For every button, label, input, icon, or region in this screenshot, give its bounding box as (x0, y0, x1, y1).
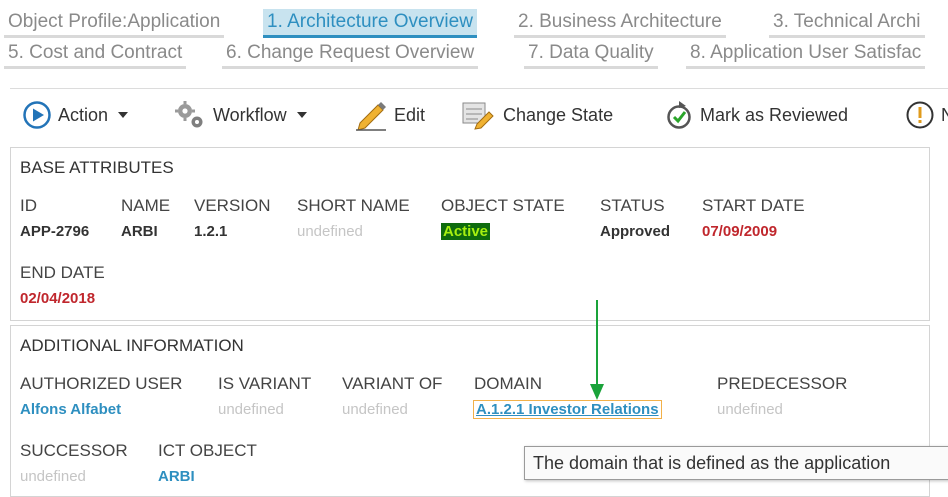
field-start-date: START DATE 07/09/2009 (702, 196, 805, 240)
base-attributes-panel: BASE ATTRIBUTES ID APP-2796 NAME ARBI VE… (10, 147, 930, 321)
tab-object-profile[interactable]: Object Profile:Application (4, 9, 225, 38)
field-is-variant: IS VARIANT undefined (218, 374, 311, 418)
field-variant-of: VARIANT OF undefined (342, 374, 442, 418)
action-label: Action (58, 104, 109, 125)
truncated-toolbar-button[interactable]: N (905, 89, 948, 141)
field-status: STATUS Approved (600, 196, 670, 240)
field-label: VERSION (194, 196, 271, 215)
edit-label: Edit (394, 104, 426, 125)
field-predecessor: PREDECESSOR undefined (717, 374, 847, 418)
field-version: VERSION 1.2.1 (194, 196, 271, 240)
field-value: undefined (717, 401, 783, 418)
change-state-label: Change State (503, 104, 614, 125)
play-circle-icon (22, 100, 52, 130)
field-label: START DATE (702, 196, 805, 215)
field-label: ID (20, 196, 37, 215)
field-value: 02/04/2018 (20, 290, 96, 307)
field-label: ICT OBJECT (158, 441, 257, 460)
field-successor: SUCCESSOR undefined (20, 441, 128, 485)
field-value: undefined (20, 468, 86, 485)
gears-icon (173, 100, 207, 130)
panel-title: BASE ATTRIBUTES (20, 158, 174, 177)
field-end-date: END DATE 02/04/2018 (20, 263, 105, 307)
field-value: Approved (600, 223, 671, 240)
field-label: SHORT NAME (297, 196, 410, 215)
field-domain: DOMAIN A.1.2.1 Investor Relations (473, 374, 662, 419)
chevron-down-icon (118, 112, 129, 118)
tab-technical-architecture[interactable]: 3. Technical Archi (769, 9, 925, 38)
domain-tooltip: The domain that is defined as the applic… (524, 446, 948, 480)
tab-architecture-overview[interactable]: 1. Architecture Overview (263, 9, 477, 38)
reviewed-icon (664, 99, 694, 131)
field-value: undefined (342, 401, 408, 418)
toolbar: Action Workflow Edit Change State Mark a… (10, 88, 948, 141)
field-label: PREDECESSOR (717, 374, 848, 393)
field-label: IS VARIANT (218, 374, 312, 393)
field-label: VARIANT OF (342, 374, 443, 393)
field-label: AUTHORIZED USER (20, 374, 183, 393)
field-value: 1.2.1 (194, 223, 228, 240)
field-label: NAME (121, 196, 171, 215)
field-value: 07/09/2009 (702, 223, 778, 240)
mark-as-reviewed-button[interactable]: Mark as Reviewed (664, 89, 848, 141)
field-name: NAME ARBI (121, 196, 170, 240)
field-value: APP-2796 (20, 223, 90, 240)
tab-change-request-overview[interactable]: 6. Change Request Overview (222, 40, 479, 69)
field-id: ID APP-2796 (20, 196, 89, 240)
truncated-label: N (941, 104, 948, 125)
field-object-state: OBJECT STATE Active (441, 196, 565, 241)
pencil-icon (354, 99, 388, 131)
authorized-user-link[interactable]: Alfons Alfabet (20, 401, 182, 418)
workflow-menu-button[interactable]: Workflow (173, 89, 307, 141)
field-label: END DATE (20, 263, 105, 282)
field-label: SUCCESSOR (20, 441, 128, 460)
field-value: undefined (218, 401, 284, 418)
panel-title: ADDITIONAL INFORMATION (20, 336, 244, 355)
chevron-down-icon (296, 112, 307, 118)
field-value: ARBI (121, 223, 158, 240)
field-label: STATUS (600, 196, 665, 215)
status-badge: Active (441, 223, 491, 240)
field-value: undefined (297, 223, 363, 240)
tab-data-quality[interactable]: 7. Data Quality (524, 40, 658, 69)
mark-as-reviewed-label: Mark as Reviewed (700, 104, 849, 125)
field-label: OBJECT STATE (441, 196, 565, 215)
field-short-name: SHORT NAME undefined (297, 196, 410, 240)
tab-cost-and-contract[interactable]: 5. Cost and Contract (4, 40, 187, 69)
action-menu-button[interactable]: Action (22, 89, 129, 141)
tab-application-user-satisfaction[interactable]: 8. Application User Satisfac (686, 40, 926, 69)
tab-business-architecture[interactable]: 2. Business Architecture (514, 9, 726, 38)
field-authorized-user: AUTHORIZED USER Alfons Alfabet (20, 374, 182, 418)
field-ict-object: ICT OBJECT ARBI (158, 441, 257, 485)
annotation-arrow (590, 300, 604, 400)
workflow-label: Workflow (213, 104, 287, 125)
edit-button[interactable]: Edit (354, 89, 425, 141)
change-state-icon (461, 100, 497, 130)
field-label: DOMAIN (474, 374, 542, 393)
info-icon (905, 100, 935, 130)
change-state-button[interactable]: Change State (461, 89, 613, 141)
ict-object-link[interactable]: ARBI (158, 468, 257, 485)
domain-link[interactable]: A.1.2.1 Investor Relations (473, 400, 662, 419)
